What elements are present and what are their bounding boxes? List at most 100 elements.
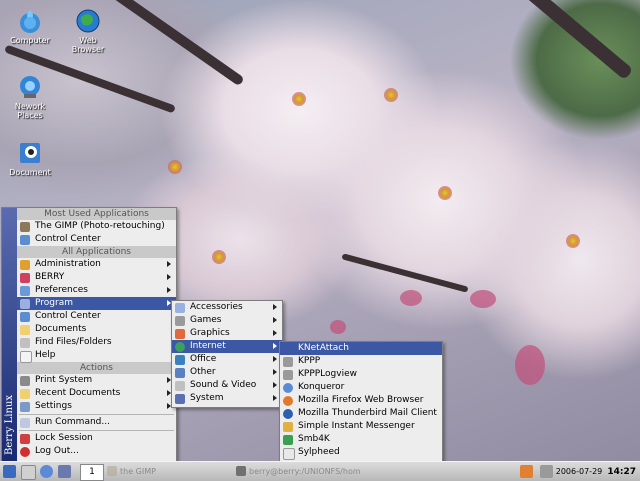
menu-item-berry[interactable]: BERRY — [17, 271, 176, 284]
menu-item-smb4k[interactable]: Smb4K — [280, 433, 442, 446]
menu-item-system[interactable]: System — [172, 392, 282, 405]
submenu-arrow-icon — [273, 382, 277, 388]
printer-icon — [20, 376, 30, 386]
desktop-icon-network[interactable]: Nework Places — [2, 74, 58, 120]
menu-item-label: Program — [35, 298, 73, 308]
flower-center — [566, 234, 580, 248]
menu-item-label: Control Center — [35, 234, 101, 244]
desktop-icon-label: Computer — [10, 36, 50, 45]
lock-icon — [20, 434, 30, 444]
menu-item-sound-video[interactable]: Sound & Video — [172, 379, 282, 392]
menu-item-control-center[interactable]: Control Center — [17, 233, 176, 246]
kppp-icon — [283, 357, 293, 367]
menu-item-gimp[interactable]: The GIMP (Photo-retouching) — [17, 220, 176, 233]
menu-item-label: Sylpheed — [298, 447, 340, 457]
clock-date: 2006-07-29 — [555, 467, 603, 476]
menu-item-label: Control Center — [35, 311, 101, 321]
recent-documents-icon — [20, 389, 30, 399]
submenu-arrow-icon — [167, 274, 171, 280]
program-submenu: Accessories Games Graphics Internet Offi… — [171, 300, 283, 408]
menu-item-konqueror[interactable]: Konqueror — [280, 381, 442, 394]
submenu-arrow-icon — [167, 261, 171, 267]
show-desktop-icon[interactable] — [21, 465, 36, 480]
desktop-icon-document[interactable]: Document — [2, 140, 58, 177]
menu-item-settings[interactable]: Settings — [17, 400, 176, 413]
kppplogview-icon — [283, 370, 293, 380]
menu-item-label: Help — [35, 350, 56, 360]
menu-item-lock-session[interactable]: Lock Session — [17, 432, 176, 445]
accessories-icon — [175, 303, 185, 313]
menu-item-control-center-2[interactable]: Control Center — [17, 310, 176, 323]
menu-item-recent-documents[interactable]: Recent Documents — [17, 387, 176, 400]
network-icon — [17, 74, 43, 100]
menu-item-label: Run Command... — [35, 417, 110, 427]
menu-item-preferences[interactable]: Preferences — [17, 284, 176, 297]
menu-item-label: Settings — [35, 401, 72, 411]
menu-item-documents[interactable]: Documents — [17, 323, 176, 336]
desktop-icon-web-browser[interactable]: Web Browser — [60, 8, 116, 54]
flower-bud — [400, 290, 422, 306]
desktop-icon-label: Document — [9, 168, 51, 177]
browser-launcher-icon[interactable] — [40, 465, 53, 478]
flower-center — [438, 186, 452, 200]
menu-item-thunderbird[interactable]: Mozilla Thunderbird Mail Client — [280, 407, 442, 420]
flower-center — [292, 92, 306, 106]
menu-item-label: Find Files/Folders — [35, 337, 112, 347]
submenu-arrow-icon — [273, 395, 277, 401]
menu-item-office[interactable]: Office — [172, 353, 282, 366]
start-menu: Berry Linux Most Used Applications The G… — [1, 207, 177, 462]
control-center-icon — [20, 235, 30, 245]
menu-item-accessories[interactable]: Accessories — [172, 301, 282, 314]
menu-item-label: Office — [190, 354, 217, 364]
desktop-icon-label: Nework Places — [14, 102, 46, 120]
desktop-icon-computer[interactable]: Computer — [2, 8, 58, 45]
menu-item-sim[interactable]: Simple Instant Messenger — [280, 420, 442, 433]
computer-icon — [17, 8, 43, 34]
submenu-arrow-icon — [273, 304, 277, 310]
terminal-launcher-icon[interactable] — [58, 465, 71, 478]
program-icon — [20, 299, 30, 309]
desktop-icon-label: Web Browser — [71, 36, 105, 54]
system-icon — [175, 394, 185, 404]
menu-item-kppp[interactable]: KPPP — [280, 355, 442, 368]
menu-item-internet[interactable]: Internet — [172, 340, 282, 353]
menu-item-other[interactable]: Other — [172, 366, 282, 379]
taskbar-clock[interactable]: 2006-07-29 14:27 — [556, 464, 636, 479]
sylpheed-icon — [283, 448, 295, 460]
globe-icon — [75, 8, 101, 34]
branch — [341, 253, 469, 293]
berry-icon — [20, 273, 30, 283]
menu-item-label: KPPPLogview — [298, 369, 357, 379]
menu-item-label: Print System — [35, 375, 93, 385]
menu-item-games[interactable]: Games — [172, 314, 282, 327]
menu-side-banner: Berry Linux — [2, 208, 17, 461]
flower-center — [168, 160, 182, 174]
menu-item-sylpheed[interactable]: Sylpheed — [280, 446, 442, 460]
tray-printer-icon[interactable] — [540, 465, 553, 478]
menu-item-label: Lock Session — [35, 433, 93, 443]
menu-item-find-files[interactable]: Find Files/Folders — [17, 336, 176, 349]
taskbar-task-gimp[interactable]: the GIMP — [120, 465, 220, 478]
menu-item-graphics[interactable]: Graphics — [172, 327, 282, 340]
internet-submenu: KNetAttach KPPP KPPPLogview Konqueror Mo… — [279, 341, 443, 463]
menu-item-run-command[interactable]: Run Command... — [17, 416, 176, 429]
menu-item-log-out[interactable]: Log Out... — [17, 445, 176, 458]
menu-item-administration[interactable]: Administration — [17, 258, 176, 271]
menu-item-label: The GIMP (Photo-retouching) — [35, 221, 165, 231]
taskbar-task-terminal[interactable]: berry@berry:/UNIONFS/hom — [249, 465, 369, 478]
menu-item-label: Preferences — [35, 285, 88, 295]
taskbar: 1 the GIMP berry@berry:/UNIONFS/hom 2006… — [0, 461, 640, 481]
submenu-arrow-icon — [273, 356, 277, 362]
menu-item-print-system[interactable]: Print System — [17, 374, 176, 387]
menu-item-label: KPPP — [298, 356, 321, 366]
menu-item-program[interactable]: Program — [17, 297, 176, 310]
menu-item-kppplogview[interactable]: KPPPLogview — [280, 368, 442, 381]
start-menu-button-icon[interactable] — [3, 465, 16, 478]
menu-item-help[interactable]: Help — [17, 349, 176, 363]
branch — [486, 0, 634, 81]
desktop-pager[interactable]: 1 — [80, 464, 104, 481]
menu-item-knetattach[interactable]: KNetAttach — [280, 342, 442, 355]
menu-item-firefox[interactable]: Mozilla Firefox Web Browser — [280, 394, 442, 407]
tray-app-icon[interactable] — [520, 465, 533, 478]
menu-item-label: Konqueror — [298, 382, 345, 392]
